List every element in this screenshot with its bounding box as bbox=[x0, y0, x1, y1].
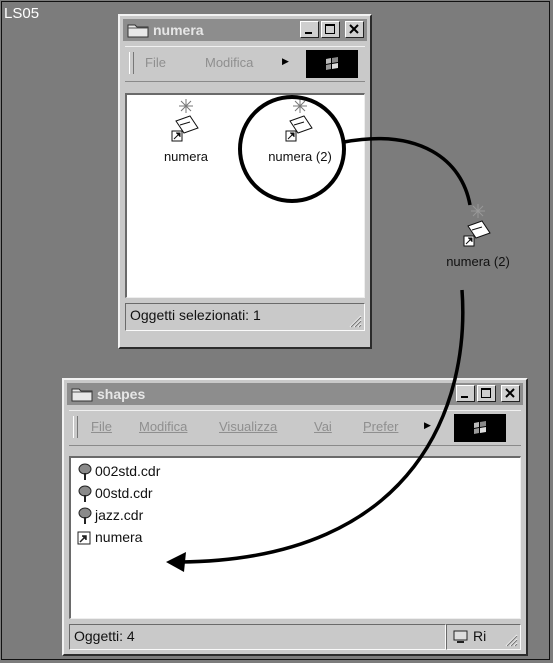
menu-edit[interactable]: Modifica bbox=[205, 55, 253, 70]
windows-flag-icon bbox=[474, 421, 486, 434]
minimize-icon bbox=[305, 32, 312, 34]
status-bar: Oggetti: 4 bbox=[69, 624, 446, 650]
shortcut-icon bbox=[77, 531, 91, 545]
status-zone: Ri bbox=[446, 624, 521, 650]
status-bar: Oggetti selezionati: 1 bbox=[125, 303, 365, 331]
status-zone-text: Ri bbox=[473, 628, 487, 644]
menu-bar: File Modifica Visualizza Vai Prefer ▶ bbox=[69, 410, 521, 446]
folder-content[interactable]: 002std.cdr 00std.cdr jazz.cdr numera bbox=[69, 456, 521, 619]
coreldraw-file-icon bbox=[78, 463, 92, 480]
menu-edit[interactable]: Modifica bbox=[139, 419, 187, 434]
windows-flag-icon bbox=[326, 57, 338, 70]
folder-icon bbox=[127, 24, 149, 38]
coreldraw-file-icon bbox=[78, 507, 92, 524]
close-icon bbox=[505, 388, 515, 398]
toolbar-grip[interactable] bbox=[73, 416, 78, 438]
file-icon-item[interactable]: numera (2) bbox=[255, 99, 345, 164]
file-icon-label: numera (2) bbox=[268, 149, 332, 164]
minimize-button[interactable] bbox=[300, 21, 319, 38]
toolbar-grip[interactable] bbox=[129, 52, 134, 74]
resize-grip-icon[interactable] bbox=[504, 633, 518, 647]
folder-content[interactable]: numera numera (2) bbox=[125, 93, 365, 298]
window-title: numera bbox=[153, 22, 204, 38]
menu-favorites[interactable]: Prefer bbox=[363, 419, 398, 434]
document-shortcut-icon bbox=[463, 204, 491, 247]
page-label: LS05 bbox=[4, 5, 40, 22]
maximize-button[interactable] bbox=[321, 21, 340, 38]
file-icon-item[interactable]: numera bbox=[141, 99, 231, 164]
maximize-icon bbox=[481, 388, 491, 398]
menu-overflow-arrow[interactable]: ▶ bbox=[424, 420, 431, 431]
status-text: Oggetti selezionati: 1 bbox=[130, 307, 261, 323]
numera-window[interactable]: numera File Modifica ▶ numera numera (2)… bbox=[118, 14, 372, 349]
file-icon-label: numera bbox=[163, 149, 209, 164]
menu-bar: File Modifica ▶ bbox=[125, 46, 365, 82]
resize-grip-icon[interactable] bbox=[348, 314, 362, 328]
drag-ghost: numera (2) bbox=[428, 204, 528, 269]
folder-icon bbox=[71, 388, 93, 402]
close-button[interactable] bbox=[501, 385, 520, 402]
title-bar[interactable]: shapes bbox=[67, 383, 523, 405]
maximize-icon bbox=[325, 24, 335, 34]
drag-ghost-label: numera (2) bbox=[446, 254, 510, 269]
coreldraw-file-icon bbox=[78, 485, 92, 502]
menu-overflow-arrow[interactable]: ▶ bbox=[282, 56, 289, 67]
menu-view[interactable]: Visualizza bbox=[219, 419, 277, 434]
menu-go[interactable]: Vai bbox=[314, 419, 332, 434]
window-title: shapes bbox=[97, 386, 146, 402]
menu-file[interactable]: File bbox=[145, 55, 166, 70]
menu-file[interactable]: File bbox=[91, 419, 112, 434]
title-bar[interactable]: numera bbox=[123, 19, 367, 41]
windows-logo bbox=[306, 50, 358, 78]
minimize-button[interactable] bbox=[456, 385, 475, 402]
maximize-button[interactable] bbox=[477, 385, 496, 402]
computer-icon bbox=[453, 630, 468, 643]
close-icon bbox=[349, 24, 359, 34]
status-text: Oggetti: 4 bbox=[74, 628, 135, 644]
close-button[interactable] bbox=[345, 21, 364, 38]
minimize-icon bbox=[461, 396, 468, 398]
shapes-window[interactable]: shapes File Modifica Visualizza Vai Pref… bbox=[62, 378, 528, 656]
document-shortcut-icon bbox=[171, 99, 199, 142]
document-shortcut-icon bbox=[285, 99, 313, 142]
windows-logo bbox=[454, 414, 506, 442]
